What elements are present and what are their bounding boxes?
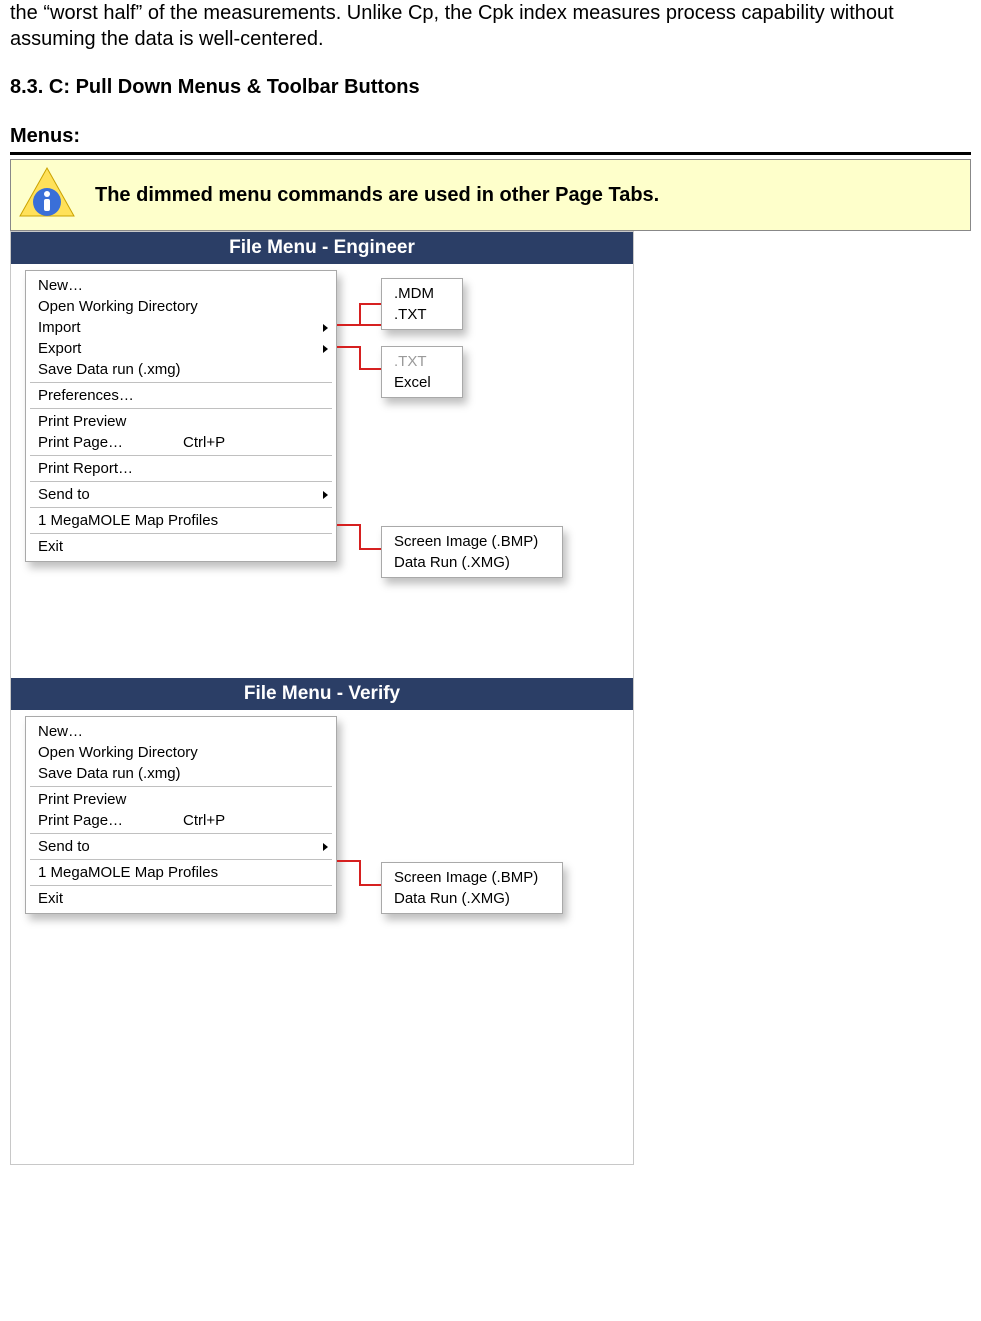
menus-label: Menus:: [10, 125, 971, 148]
menu-separator: [30, 408, 332, 409]
verify-block: File Menu - Verify New… Open Working Dir…: [11, 678, 633, 1164]
menu-item-open-working-directory[interactable]: Open Working Directory: [26, 742, 336, 763]
submenu-arrow-icon: [323, 491, 328, 499]
menu-item-import[interactable]: Import: [26, 317, 336, 338]
connector-line: [359, 346, 361, 368]
info-warning-icon: [17, 166, 77, 224]
engineer-block: File Menu - Engineer New… Open Working D…: [11, 232, 633, 678]
menu-screenshot-container: File Menu - Engineer New… Open Working D…: [10, 231, 634, 1165]
note-text: The dimmed menu commands are used in oth…: [95, 184, 659, 207]
submenu-item-txt-dimmed: .TXT: [382, 351, 462, 372]
menu-item-label: Import: [38, 319, 81, 336]
submenu-item-mdm[interactable]: .MDM: [382, 283, 462, 304]
sendto-submenu: Screen Image (.BMP) Data Run (.XMG): [381, 526, 563, 578]
submenu-item-txt[interactable]: .TXT: [382, 304, 462, 325]
menu-item-open-working-directory[interactable]: Open Working Directory: [26, 296, 336, 317]
connector-line: [337, 346, 359, 348]
menu-separator: [30, 833, 332, 834]
connector-line: [359, 303, 381, 305]
connector-line: [337, 860, 359, 862]
menu-item-print-preview[interactable]: Print Preview: [26, 789, 336, 810]
menu-separator: [30, 885, 332, 886]
submenu-item-screen-image[interactable]: Screen Image (.BMP): [382, 531, 562, 552]
menu-separator: [30, 455, 332, 456]
verify-main-menu: New… Open Working Directory Save Data ru…: [25, 716, 337, 914]
menu-item-profiles[interactable]: 1 MegaMOLE Map Profiles: [26, 862, 336, 883]
export-submenu: .TXT Excel: [381, 346, 463, 398]
connector-line: [359, 524, 361, 548]
verify-menu-area: New… Open Working Directory Save Data ru…: [11, 710, 633, 1140]
menu-item-print-page[interactable]: Print Page… Ctrl+P: [26, 432, 336, 453]
menu-item-save-data-run[interactable]: Save Data run (.xmg): [26, 359, 336, 380]
menu-item-print-page[interactable]: Print Page… Ctrl+P: [26, 810, 336, 831]
menu-item-label: Export: [38, 340, 81, 357]
menu-item-profiles[interactable]: 1 MegaMOLE Map Profiles: [26, 510, 336, 531]
sendto-submenu: Screen Image (.BMP) Data Run (.XMG): [381, 862, 563, 914]
menu-separator: [30, 533, 332, 534]
submenu-arrow-icon: [323, 324, 328, 332]
menu-item-exit[interactable]: Exit: [26, 536, 336, 557]
menu-item-new[interactable]: New…: [26, 721, 336, 742]
menu-separator: [30, 382, 332, 383]
menu-item-print-report[interactable]: Print Report…: [26, 458, 336, 479]
menu-item-exit[interactable]: Exit: [26, 888, 336, 909]
note-box: The dimmed menu commands are used in oth…: [10, 159, 971, 231]
shortcut-label: Ctrl+P: [183, 434, 225, 451]
submenu-item-screen-image[interactable]: Screen Image (.BMP): [382, 867, 562, 888]
menu-item-print-preview[interactable]: Print Preview: [26, 411, 336, 432]
submenu-item-data-run[interactable]: Data Run (.XMG): [382, 552, 562, 573]
intro-paragraph: the “worst half” of the measurements. Un…: [10, 0, 971, 52]
import-submenu: .MDM .TXT: [381, 278, 463, 330]
menu-item-new[interactable]: New…: [26, 275, 336, 296]
submenu-item-excel[interactable]: Excel: [382, 372, 462, 393]
menu-separator: [30, 481, 332, 482]
menu-item-save-data-run[interactable]: Save Data run (.xmg): [26, 763, 336, 784]
section-heading: 8.3. C: Pull Down Menus & Toolbar Button…: [10, 76, 971, 99]
engineer-title: File Menu - Engineer: [11, 232, 633, 264]
engineer-menu-area: New… Open Working Directory Import Expor…: [11, 264, 633, 654]
connector-line: [359, 368, 381, 370]
connector-line: [359, 303, 361, 325]
divider: [10, 152, 971, 155]
engineer-main-menu: New… Open Working Directory Import Expor…: [25, 270, 337, 562]
menu-item-send-to[interactable]: Send to: [26, 484, 336, 505]
menu-item-label: Send to: [38, 486, 90, 503]
menu-item-preferences[interactable]: Preferences…: [26, 385, 336, 406]
submenu-arrow-icon: [323, 345, 328, 353]
submenu-arrow-icon: [323, 843, 328, 851]
menu-item-label: Print Page…: [38, 812, 123, 829]
menu-item-label: Print Page…: [38, 434, 123, 451]
connector-line: [337, 524, 359, 526]
menu-separator: [30, 786, 332, 787]
connector-line: [359, 884, 381, 886]
submenu-item-data-run[interactable]: Data Run (.XMG): [382, 888, 562, 909]
menu-item-export[interactable]: Export: [26, 338, 336, 359]
menu-item-label: Send to: [38, 838, 90, 855]
menu-separator: [30, 859, 332, 860]
verify-title: File Menu - Verify: [11, 678, 633, 710]
connector-line: [359, 548, 381, 550]
menu-item-send-to[interactable]: Send to: [26, 836, 336, 857]
connector-line: [359, 860, 361, 884]
shortcut-label: Ctrl+P: [183, 812, 225, 829]
menu-separator: [30, 507, 332, 508]
